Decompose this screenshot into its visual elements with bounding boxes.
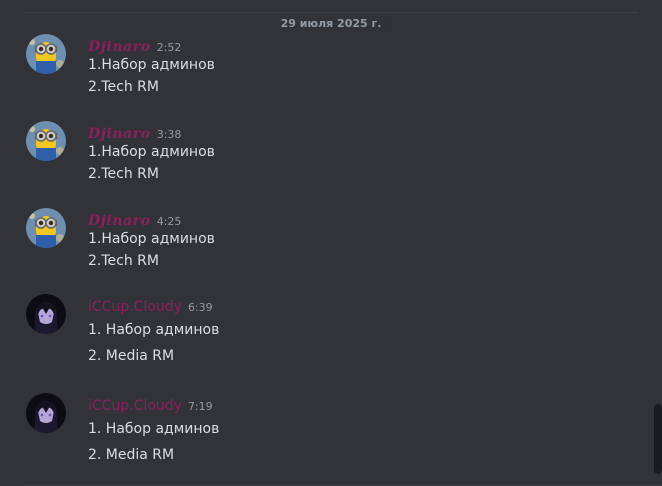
timestamp: 4:25: [156, 215, 182, 228]
minion-avatar-icon: [26, 34, 66, 74]
minion-avatar-icon: [26, 121, 66, 161]
scrollbar-thumb[interactable]: [654, 404, 662, 474]
message-line: 2. Media RM: [88, 447, 175, 463]
minion-avatar-icon: [26, 208, 66, 248]
timestamp: 6:39: [187, 301, 213, 314]
message-line: 1. Набор админов: [88, 421, 220, 437]
timestamp: 3:38: [156, 128, 182, 141]
timestamp: 2:52: [156, 41, 182, 54]
dark-anime-avatar-icon: [26, 294, 66, 334]
date-divider: 29 июля 2025 г.: [24, 12, 638, 31]
message-line: 1.Набор админов: [88, 231, 215, 247]
message-line: 1. Набор админов: [88, 322, 220, 338]
avatar[interactable]: [26, 208, 66, 248]
avatar[interactable]: [26, 34, 66, 74]
author-name[interactable]: Djinaro: [88, 39, 151, 55]
author-name[interactable]: Djinaro: [88, 126, 151, 142]
author-name[interactable]: iCCup.Cloudy: [88, 299, 182, 315]
timestamp: 7:19: [187, 400, 213, 413]
message-line: 1.Набор админов: [88, 57, 215, 73]
avatar[interactable]: [26, 393, 66, 433]
author-name[interactable]: Djinaro: [88, 213, 151, 229]
message-line: 1.Набор админов: [88, 144, 215, 160]
author-name[interactable]: iCCup.Cloudy: [88, 398, 182, 414]
avatar[interactable]: [26, 121, 66, 161]
message-line: 2.Tech RM: [88, 79, 159, 95]
message-line: 2. Media RM: [88, 348, 175, 364]
scrollbar-track[interactable]: [654, 0, 662, 486]
message-line: 2.Tech RM: [88, 166, 159, 182]
message-line: 2.Tech RM: [88, 253, 159, 269]
avatar[interactable]: [26, 294, 66, 334]
date-divider-label: 29 июля 2025 г.: [274, 17, 388, 31]
dark-anime-avatar-icon: [26, 393, 66, 433]
